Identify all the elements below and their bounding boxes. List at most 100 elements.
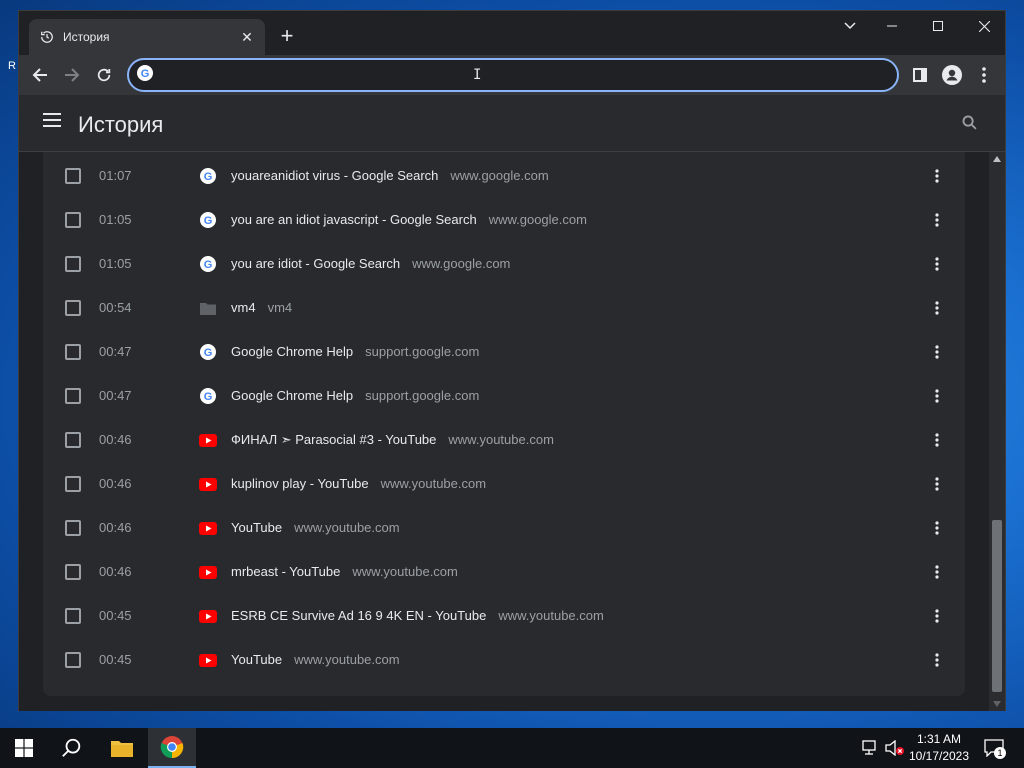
page-link[interactable]: vm4 vm4: [231, 300, 292, 315]
scrollbar-thumb[interactable]: [992, 520, 1002, 692]
row-checkbox[interactable]: [65, 652, 81, 668]
history-row[interactable]: 00:47 G Google Chrome Help support.google.c…: [43, 330, 965, 374]
row-checkbox[interactable]: [65, 432, 81, 448]
reload-button[interactable]: [92, 63, 116, 87]
page-link[interactable]: YouTube www.youtube.com: [231, 520, 400, 535]
system-clock[interactable]: 1:31 AM 10/17/2023: [906, 731, 972, 765]
history-row[interactable]: 00:47 G Google Chrome Help support.google.c…: [43, 374, 965, 418]
tab-close-icon[interactable]: ✕: [239, 29, 255, 46]
history-row[interactable]: 01:07 Gyouareanidiot virus - Google Searc…: [43, 154, 965, 198]
tab-history[interactable]: История ✕: [29, 19, 265, 55]
history-row[interactable]: 01:05 Gyou are idiot - Google Search www.g…: [43, 242, 965, 286]
page-link[interactable]: ESRB CE Survive Ad 16 9 4K EN - YouTube w…: [231, 608, 604, 623]
more-actions-button[interactable]: [927, 342, 947, 362]
minimize-icon: [887, 25, 897, 27]
tab-title: История: [63, 30, 110, 44]
page-title-text: mrbeast - YouTube: [231, 564, 341, 579]
maximize-button[interactable]: [915, 11, 961, 41]
more-actions-button[interactable]: [927, 474, 947, 494]
page-link[interactable]: ФИНАЛ ➣ Parasocial #3 - YouTube www.youtu…: [231, 432, 554, 448]
row-checkbox[interactable]: [65, 476, 81, 492]
row-checkbox[interactable]: [65, 520, 81, 536]
page-domain: www.youtube.com: [352, 564, 458, 579]
title-bar: История ✕ +: [19, 11, 1005, 55]
page-title-text: ESRB CE Survive Ad 16 9 4K EN - YouTube: [231, 608, 487, 623]
more-actions-button[interactable]: [927, 254, 947, 274]
address-input[interactable]: [163, 67, 863, 83]
close-window-button[interactable]: [961, 11, 1007, 41]
more-actions-button[interactable]: [927, 562, 947, 582]
row-checkbox[interactable]: [65, 212, 81, 228]
taskbar-search-button[interactable]: [48, 728, 96, 768]
page-title-text: ФИНАЛ ➣ Parasocial #3 - YouTube: [231, 432, 437, 447]
history-row[interactable]: 00:46 ФИНАЛ ➣ Parasocial #3 - YouTube www.…: [43, 418, 965, 462]
chrome-icon: [160, 736, 184, 759]
side-panel-button[interactable]: [908, 63, 932, 87]
row-checkbox[interactable]: [65, 256, 81, 272]
arrow-right-icon: [65, 68, 80, 82]
more-vert-icon: [935, 257, 939, 271]
row-checkbox[interactable]: [65, 564, 81, 580]
more-actions-button[interactable]: [927, 298, 947, 318]
scroll-down-arrow[interactable]: [993, 701, 1001, 707]
profile-button[interactable]: [940, 63, 964, 87]
search-history-button[interactable]: [961, 114, 981, 134]
history-row[interactable]: 00:45 YouTube www.youtube.com: [43, 638, 965, 682]
page-title-text: Google Chrome Help: [231, 388, 354, 403]
page-title-text: youareanidiot virus - Google Search: [231, 168, 439, 183]
more-actions-button[interactable]: [927, 210, 947, 230]
visit-time: 00:54: [99, 300, 132, 315]
more-actions-button[interactable]: [927, 606, 947, 626]
tab-search-button[interactable]: [827, 11, 873, 41]
desktop-icon-label[interactable]: R: [8, 60, 16, 72]
page-link[interactable]: YouTube www.youtube.com: [231, 652, 400, 667]
back-button[interactable]: [28, 63, 52, 87]
minimize-button[interactable]: [869, 11, 915, 41]
row-checkbox[interactable]: [65, 168, 81, 184]
history-row[interactable]: 00:46 kuplinov play - YouTube www.youtube.…: [43, 462, 965, 506]
more-actions-button[interactable]: [927, 166, 947, 186]
history-row[interactable]: 01:05 Gyou are an idiot javascript - Goog…: [43, 198, 965, 242]
page-link[interactable]: mrbeast - YouTube www.youtube.com: [231, 564, 458, 579]
new-tab-button[interactable]: +: [275, 25, 299, 49]
row-checkbox[interactable]: [65, 344, 81, 360]
browser-menu-button[interactable]: [972, 63, 996, 87]
row-checkbox[interactable]: [65, 300, 81, 316]
scrollbar[interactable]: [989, 152, 1005, 711]
page-domain: www.google.com: [488, 212, 587, 227]
more-actions-button[interactable]: [927, 650, 947, 670]
more-vert-icon: [935, 521, 939, 535]
history-row[interactable]: 00:45 ESRB CE Survive Ad 16 9 4K EN - You…: [43, 594, 965, 638]
menu-button[interactable]: [43, 113, 63, 133]
forward-button[interactable]: [60, 63, 84, 87]
more-actions-button[interactable]: [927, 430, 947, 450]
google-icon: G: [199, 343, 217, 361]
page-link[interactable]: you are an idiot javascript - Google Sea…: [231, 212, 587, 227]
start-button[interactable]: [0, 728, 48, 768]
chrome-window: История ✕ + G I История 01:07 G youarean…: [18, 10, 1006, 711]
file-explorer-button[interactable]: [98, 728, 146, 768]
page-title-text: YouTube: [231, 520, 283, 535]
arrow-left-icon: [32, 68, 47, 82]
notification-center-button[interactable]: 1: [982, 736, 1006, 760]
network-icon[interactable]: [861, 738, 881, 758]
chrome-taskbar-button[interactable]: [148, 728, 196, 768]
close-icon: [978, 20, 990, 32]
scroll-up-arrow[interactable]: [993, 156, 1001, 162]
history-row[interactable]: 00:54 vm4 vm4: [43, 286, 965, 330]
address-bar[interactable]: G I: [127, 58, 899, 92]
google-icon: G: [199, 211, 217, 229]
page-link[interactable]: you are idiot - Google Search www.google.…: [231, 256, 510, 271]
history-row[interactable]: 00:46 mrbeast - YouTube www.youtube.com: [43, 550, 965, 594]
page-link[interactable]: Google Chrome Help support.google.com: [231, 344, 479, 359]
row-checkbox[interactable]: [65, 388, 81, 404]
volume-muted-icon[interactable]: [885, 738, 905, 758]
page-link[interactable]: youareanidiot virus - Google Search www.g…: [231, 168, 549, 183]
more-actions-button[interactable]: [927, 386, 947, 406]
search-icon: [962, 115, 977, 130]
more-actions-button[interactable]: [927, 518, 947, 538]
page-link[interactable]: kuplinov play - YouTube www.youtube.com: [231, 476, 486, 491]
page-link[interactable]: Google Chrome Help support.google.com: [231, 388, 479, 403]
history-row[interactable]: 00:46 YouTube www.youtube.com: [43, 506, 965, 550]
row-checkbox[interactable]: [65, 608, 81, 624]
